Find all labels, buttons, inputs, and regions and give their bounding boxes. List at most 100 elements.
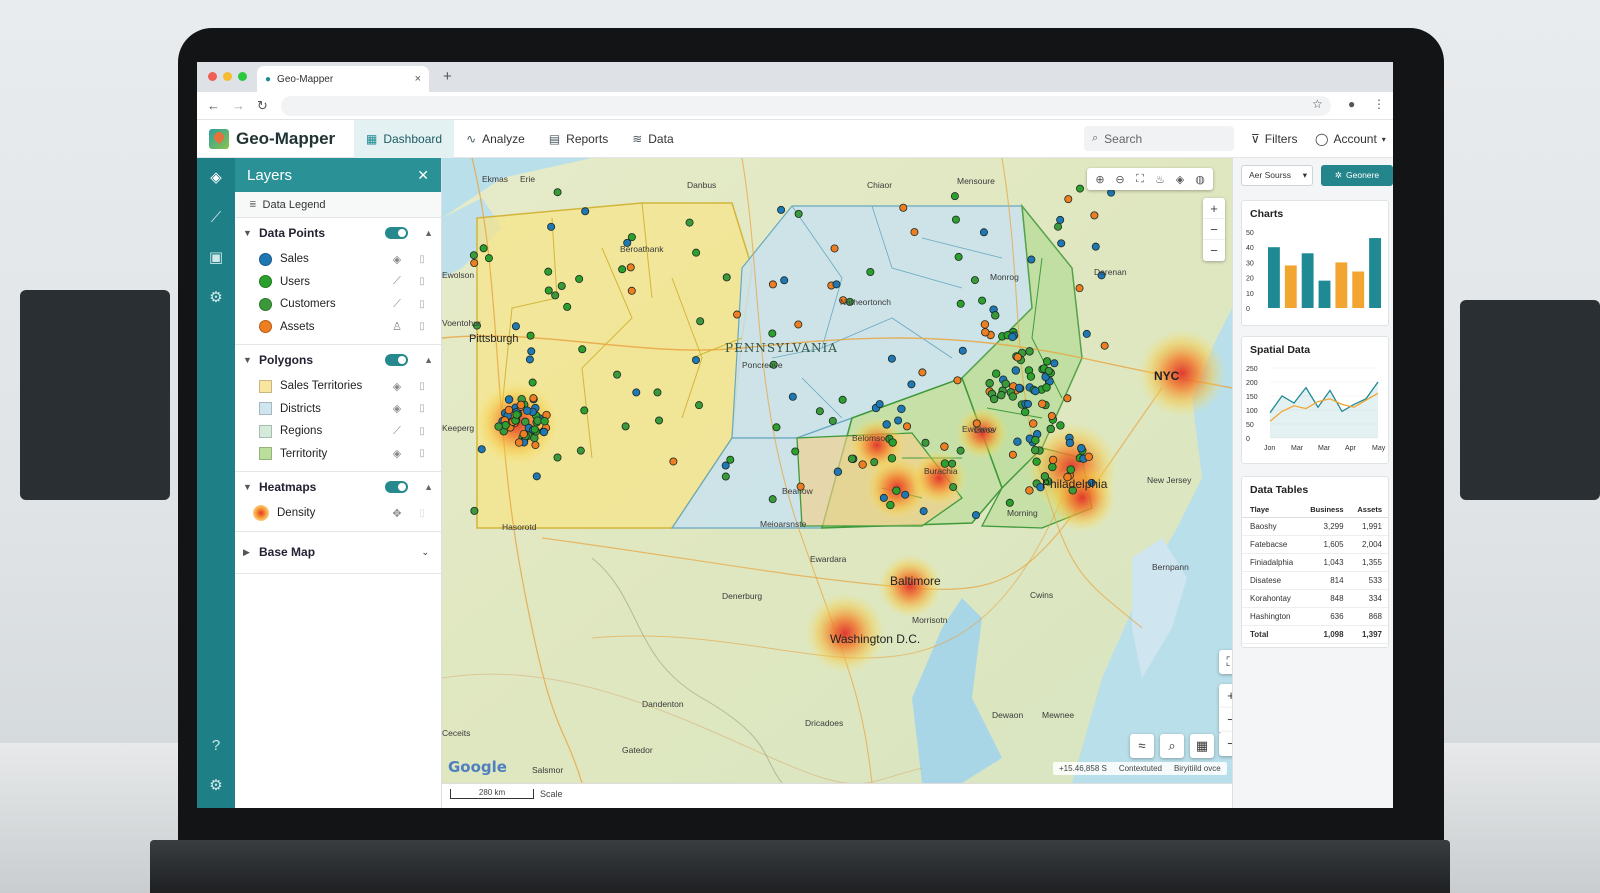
map-marker[interactable] bbox=[870, 458, 879, 467]
map-marker[interactable] bbox=[979, 228, 988, 237]
trash-icon[interactable]: ▯ bbox=[413, 254, 431, 265]
layer-item-sales[interactable]: Sales ◈ ▯ bbox=[235, 248, 441, 271]
map-marker[interactable] bbox=[516, 400, 526, 410]
layers-stack-icon[interactable]: ◈ bbox=[389, 253, 405, 266]
map-marker[interactable] bbox=[1056, 421, 1065, 430]
layer-item-density[interactable]: Density ✥ ▯ bbox=[235, 502, 441, 525]
map-marker[interactable] bbox=[780, 276, 789, 285]
map-marker[interactable] bbox=[632, 388, 641, 397]
data-legend-tab[interactable]: ≣ Data Legend bbox=[235, 192, 441, 218]
map-marker[interactable] bbox=[1020, 407, 1030, 417]
map-marker[interactable] bbox=[470, 259, 479, 268]
zoom-out-button-bottom[interactable]: − bbox=[1219, 708, 1232, 732]
back-icon[interactable]: ← bbox=[207, 98, 220, 113]
map-marker[interactable] bbox=[484, 254, 493, 263]
map-marker[interactable] bbox=[882, 420, 891, 429]
map-marker[interactable] bbox=[1064, 195, 1073, 204]
section-header[interactable]: ▼ Heatmaps ▲ bbox=[235, 472, 441, 502]
fullscreen-button[interactable]: ⛶ bbox=[1219, 650, 1232, 674]
layers-stack-icon[interactable]: ◈ bbox=[389, 447, 405, 460]
map-marker[interactable] bbox=[1066, 465, 1075, 474]
map-marker[interactable] bbox=[788, 392, 797, 401]
map-marker[interactable] bbox=[918, 368, 927, 377]
close-panel-icon[interactable]: ✕ bbox=[417, 167, 429, 184]
map-marker[interactable] bbox=[532, 472, 541, 481]
layer-item-territority[interactable]: Territority ◈ ▯ bbox=[235, 443, 441, 466]
trend-icon[interactable]: ⟋ bbox=[389, 298, 405, 311]
map-marker[interactable] bbox=[580, 406, 589, 415]
chevron-up-icon[interactable]: ▲ bbox=[424, 482, 433, 492]
map-marker[interactable] bbox=[512, 410, 521, 419]
map-marker[interactable] bbox=[1065, 438, 1075, 448]
map-marker[interactable] bbox=[1031, 435, 1040, 445]
map-marker[interactable] bbox=[1024, 399, 1033, 408]
person-icon[interactable]: ♙ bbox=[389, 320, 405, 333]
measure-button[interactable]: ≈ bbox=[1130, 734, 1154, 758]
map-marker[interactable] bbox=[956, 299, 965, 308]
heatmaps-toggle[interactable] bbox=[385, 481, 409, 493]
trash-icon[interactable]: ▯ bbox=[413, 321, 431, 332]
grid-button[interactable]: ▦ bbox=[1190, 734, 1214, 758]
move-icon[interactable]: ✥ bbox=[389, 507, 405, 520]
map-marker[interactable] bbox=[530, 425, 539, 434]
settings-gear-icon[interactable]: ⚙ bbox=[206, 288, 226, 308]
map-marker[interactable] bbox=[563, 302, 572, 311]
map-marker[interactable] bbox=[981, 328, 990, 337]
map-canvas[interactable]: PENNSYLVANIA Pittsburgh NYC Philadelphia… bbox=[442, 158, 1232, 783]
browser-menu-icon[interactable]: ⋮ bbox=[1373, 97, 1385, 111]
generate-button[interactable]: ✲ Geonere bbox=[1321, 164, 1393, 186]
map-marker[interactable] bbox=[514, 438, 524, 447]
search-input[interactable]: ⌕ Search bbox=[1084, 126, 1234, 151]
map-marker[interactable] bbox=[470, 506, 479, 515]
fire-icon[interactable]: ♨ bbox=[1151, 173, 1169, 186]
map-marker[interactable] bbox=[669, 457, 678, 466]
reload-icon[interactable]: ↻ bbox=[257, 98, 268, 114]
analytics-icon[interactable]: ⟋ bbox=[206, 208, 226, 228]
trash-icon[interactable]: ▯ bbox=[413, 403, 431, 414]
map-marker[interactable] bbox=[501, 421, 510, 430]
map-marker[interactable] bbox=[553, 188, 562, 197]
map-marker[interactable] bbox=[627, 233, 636, 242]
map-marker[interactable] bbox=[997, 390, 1006, 400]
account-menu[interactable]: ◯ Account ▾ bbox=[1315, 132, 1386, 146]
map-marker[interactable] bbox=[578, 345, 587, 354]
map-marker[interactable] bbox=[768, 280, 777, 289]
profile-icon[interactable]: ● bbox=[1348, 97, 1355, 111]
maximize-window-button[interactable] bbox=[238, 72, 247, 81]
map-marker[interactable] bbox=[1030, 445, 1040, 455]
map-marker[interactable] bbox=[958, 346, 967, 355]
map-marker[interactable] bbox=[1042, 383, 1051, 392]
map-marker[interactable] bbox=[1046, 424, 1055, 434]
map-marker[interactable] bbox=[1008, 332, 1017, 342]
map-marker[interactable] bbox=[991, 369, 1001, 378]
map-marker[interactable] bbox=[985, 379, 994, 388]
map-marker[interactable] bbox=[1025, 347, 1034, 356]
map-marker[interactable] bbox=[919, 507, 928, 516]
map-marker[interactable] bbox=[772, 423, 781, 432]
map-marker[interactable] bbox=[544, 267, 553, 276]
trash-icon[interactable]: ▯ bbox=[413, 426, 431, 437]
layer-item-assets[interactable]: Assets ♙ ▯ bbox=[235, 316, 441, 339]
trash-icon[interactable]: ▯ bbox=[413, 276, 431, 287]
map-marker[interactable] bbox=[1013, 353, 1022, 362]
map-marker[interactable] bbox=[479, 244, 488, 253]
column-header[interactable]: Business bbox=[1301, 502, 1350, 518]
layers-stack-icon[interactable]: ◈ bbox=[389, 402, 405, 415]
map-marker[interactable] bbox=[618, 265, 627, 274]
map-marker[interactable] bbox=[971, 511, 980, 520]
layer-item-users[interactable]: Users ⟋ ▯ bbox=[235, 271, 441, 294]
map-marker[interactable] bbox=[978, 296, 987, 305]
column-header[interactable]: Tlaye bbox=[1242, 502, 1302, 518]
map-marker[interactable] bbox=[1057, 239, 1066, 248]
map-marker[interactable] bbox=[879, 493, 888, 502]
map-marker[interactable] bbox=[1027, 255, 1036, 264]
map-marker[interactable] bbox=[887, 454, 897, 463]
zoom-in-button-bottom[interactable]: + bbox=[1219, 684, 1232, 708]
map-marker[interactable] bbox=[528, 378, 537, 387]
map-marker[interactable] bbox=[815, 407, 824, 416]
data-points-toggle[interactable] bbox=[385, 227, 409, 239]
map-marker[interactable] bbox=[1026, 372, 1036, 381]
tab-analyze[interactable]: ∿ Analyze bbox=[454, 120, 537, 158]
map-marker[interactable] bbox=[1082, 329, 1091, 338]
layer-item-regions[interactable]: Regions ⟋ ▯ bbox=[235, 420, 441, 443]
